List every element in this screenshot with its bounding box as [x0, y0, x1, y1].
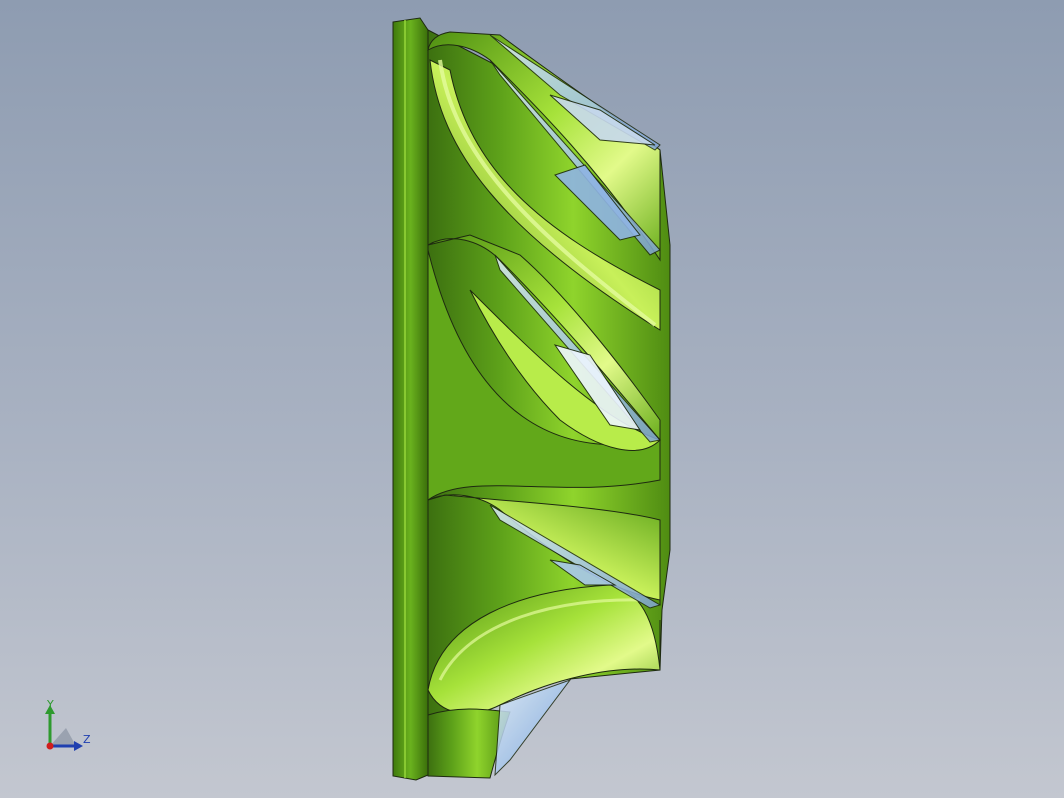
triad-y-label: Y: [47, 698, 54, 711]
impeller-model[interactable]: [0, 0, 1064, 798]
triad-z-label: Z: [83, 733, 91, 746]
axis-triad: Y Z: [36, 698, 106, 758]
x-axis-dot: [46, 742, 54, 750]
graphics-viewport[interactable]: Y Z: [0, 0, 1064, 798]
triad-plane-icon: [50, 728, 76, 746]
back-plate: [392, 17, 429, 781]
z-arrowhead-icon: [74, 741, 83, 751]
